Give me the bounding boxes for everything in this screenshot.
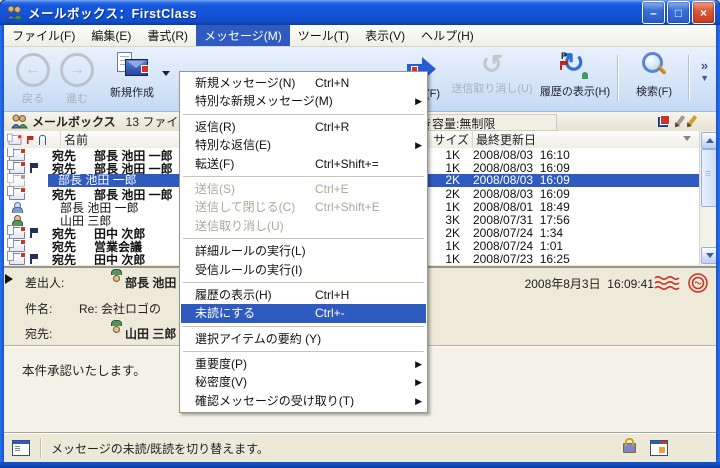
column-size[interactable]: サイズ	[426, 131, 473, 148]
window-title: メールボックス：FirstClass	[28, 3, 642, 22]
mailbox-icon	[11, 114, 28, 129]
forward-icon: →	[60, 53, 94, 87]
status-bar: メッセージの未読/既読を切り替えます。	[4, 432, 716, 463]
close-button[interactable]: ×	[692, 1, 715, 24]
window-border-left	[0, 25, 4, 468]
menu-tools[interactable]: ツール(T)	[290, 25, 357, 46]
menu-item-run-advanced-rules[interactable]: 詳細ルールの実行(L)	[181, 242, 426, 260]
layout-icon[interactable]	[650, 440, 668, 456]
column-status-icons[interactable]	[4, 131, 61, 148]
vertical-scrollbar[interactable]	[699, 131, 717, 265]
window-border-right	[716, 25, 720, 468]
new-message-icon	[115, 51, 149, 81]
menu-separator	[183, 114, 424, 115]
mail-read-icon	[9, 175, 25, 187]
menu-item-mark-unread[interactable]: 未読にするCtrl+-	[181, 304, 426, 322]
show-history-button[interactable]: ↻P 履歴の表示(H)	[534, 51, 616, 106]
history-icon: ↻P	[558, 51, 592, 80]
menu-item-special-reply[interactable]: 特別な返信(E)▶	[181, 136, 426, 154]
flag-icon	[30, 163, 40, 173]
subject-label: 件名:	[25, 300, 52, 317]
forward-button[interactable]: → 進む	[56, 51, 98, 106]
message-menu: 新規メッセージ(N)Ctrl+N 特別な新規メッセージ(M)▶ 返信(R)Ctr…	[179, 71, 428, 413]
menu-file[interactable]: ファイル(F)	[4, 25, 83, 46]
statusbar-separator	[40, 438, 41, 458]
menu-item-summarize-selected[interactable]: 選択アイテムの要約 (Y)	[181, 330, 426, 348]
toolbar-separator	[688, 55, 689, 101]
envelope-column-icon	[9, 135, 22, 145]
menu-item-show-history[interactable]: 履歴の表示(H)Ctrl+H	[181, 286, 426, 304]
to-label: 宛先:	[25, 325, 52, 342]
menu-separator	[183, 351, 424, 352]
menu-bar: ファイル(F) 編集(E) 書式(R) メッセージ(M) ツール(T) 表示(V…	[4, 25, 716, 47]
statusbar-text: メッセージの未読/既読を切り替えます。	[51, 440, 269, 457]
maximize-button[interactable]: □	[667, 1, 690, 24]
menu-item-forward[interactable]: 転送(F)Ctrl+Shift+=	[181, 155, 426, 173]
new-message-dropdown-icon[interactable]	[162, 71, 170, 80]
message-body-text: 本件承認いたします。	[22, 360, 146, 379]
back-button[interactable]: ← 戻る	[12, 51, 54, 106]
to-value[interactable]: 山田 三郎	[125, 325, 176, 342]
column-date[interactable]: 最終更新日	[473, 131, 699, 148]
minimize-button[interactable]: –	[642, 1, 665, 24]
toolbar-separator	[617, 55, 618, 101]
flag-icon	[30, 228, 40, 238]
client-area: ファイル(F) 編集(E) 書式(R) メッセージ(M) ツール(T) 表示(V…	[4, 25, 716, 462]
submenu-arrow-icon: ▶	[415, 373, 422, 391]
menu-message[interactable]: メッセージ(M)	[196, 25, 290, 46]
title-bar[interactable]: メールボックス：FirstClass – □ ×	[0, 0, 720, 25]
from-label: 差出人:	[25, 274, 64, 291]
menu-format[interactable]: 書式(R)	[139, 25, 196, 46]
menu-help[interactable]: ヘルプ(H)	[413, 25, 482, 46]
submenu-arrow-icon: ▶	[415, 392, 422, 410]
menu-item-importance[interactable]: 重要度(P)▶	[181, 355, 426, 373]
unsend-button[interactable]: ↺ 送信取り消し(U)	[452, 51, 532, 106]
firstclass-window: メールボックス：FirstClass – □ × ファイル(F) 編集(E) 書…	[0, 0, 720, 468]
menu-view[interactable]: 表示(V)	[357, 25, 413, 46]
menu-item-special-new-message[interactable]: 特別な新規メッセージ(M)▶	[181, 92, 426, 110]
menu-separator	[183, 282, 424, 283]
menu-item-send-and-close[interactable]: 送信して閉じる(C)Ctrl+Shift+E	[181, 198, 426, 216]
layers-icon[interactable]	[658, 115, 670, 127]
search-button[interactable]: 検索(F)	[626, 51, 682, 106]
flag-icon	[30, 254, 40, 264]
menu-item-new-message[interactable]: 新規メッセージ(N)Ctrl+N	[181, 74, 426, 92]
submenu-arrow-icon: ▶	[415, 136, 422, 154]
back-icon: ←	[16, 53, 50, 87]
new-message-button[interactable]: 新規作成	[102, 51, 162, 106]
window-list-icon[interactable]	[12, 440, 30, 456]
person-icon	[11, 215, 23, 226]
menu-item-sensitivity[interactable]: 秘密度(V)▶	[181, 373, 426, 391]
menu-item-reply[interactable]: 返信(R)Ctrl+R	[181, 118, 426, 136]
person-icon	[11, 202, 23, 213]
menu-separator	[183, 176, 424, 177]
menu-item-unsend[interactable]: 送信取り消し(U)	[181, 217, 426, 235]
subject-value: Re: 会社ロゴの	[79, 300, 161, 317]
unsend-icon: ↺	[481, 51, 503, 77]
menu-separator	[183, 238, 424, 239]
mailbox-title: メールボックス	[32, 113, 116, 130]
flag-column-icon	[27, 136, 35, 144]
submenu-arrow-icon: ▶	[415, 92, 422, 110]
column-menu-dropdown-icon[interactable]	[683, 136, 691, 145]
menu-item-send[interactable]: 送信(S)Ctrl+E	[181, 180, 426, 198]
search-icon	[639, 51, 669, 80]
menu-separator	[183, 326, 424, 327]
attachment-column-icon	[39, 135, 46, 145]
message-date: 2008年8月3日 16:09:41	[525, 275, 654, 292]
submenu-arrow-icon: ▶	[415, 355, 422, 373]
lock-icon[interactable]	[623, 443, 636, 453]
pencil-gold-icon[interactable]	[687, 115, 698, 127]
mail-icon	[9, 253, 25, 265]
mail-icon	[9, 188, 25, 200]
toolbar-overflow-chevron-icon[interactable]: »▼	[700, 61, 709, 83]
window-border-bottom	[0, 462, 720, 468]
menu-edit[interactable]: 編集(E)	[83, 25, 139, 46]
postmark-icon	[654, 271, 708, 295]
app-icon	[6, 5, 23, 20]
menu-item-receipt[interactable]: 確認メッセージの受け取り(T)▶	[181, 392, 426, 410]
menu-item-run-receive-rules[interactable]: 受信ルールの実行(I)	[181, 261, 426, 279]
